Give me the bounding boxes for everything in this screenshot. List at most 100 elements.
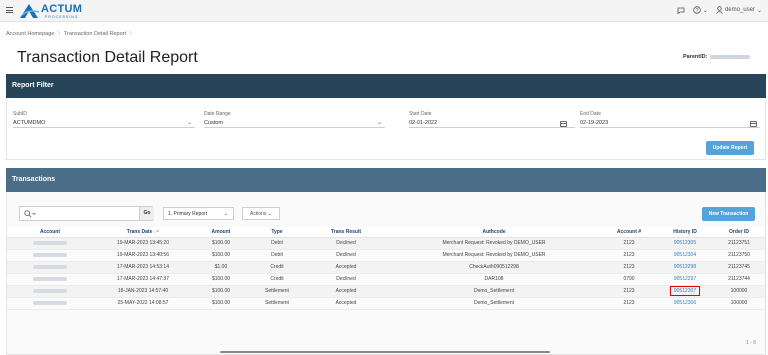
history-id-link[interactable]: 90512298 [657, 261, 713, 274]
chevron-down-icon: ⌄ [223, 211, 228, 217]
svg-text:?: ? [696, 8, 699, 14]
amount-cell: $100.00 [193, 297, 249, 310]
column-header-type[interactable]: Type [249, 227, 305, 238]
logo-text: ACTUM [41, 3, 83, 15]
end-date-input[interactable]: 02-19-2023 [580, 118, 760, 128]
chevron-down-icon: ⌄ [376, 120, 382, 126]
actions-label: Actions [250, 211, 267, 217]
breadcrumb: Account Homepage \ Transaction Detail Re… [6, 31, 132, 37]
user-name: demo_user [724, 7, 755, 13]
table-row[interactable]: 25-MAY-2022 14:08:57 $100.00 Settlement … [7, 297, 765, 310]
type-cell: Settlement [249, 297, 305, 310]
history-id-link[interactable]: 90512306 [657, 297, 713, 310]
type-cell: Debit [249, 249, 305, 262]
trans-result-cell: Accepted [305, 285, 387, 298]
account-cell-redacted [7, 273, 93, 286]
authcode-cell: Merchant Request: Revoked by DEMO_USER [387, 249, 601, 262]
type-cell: Credit [249, 273, 305, 286]
amount-cell: $100.00 [193, 273, 249, 286]
column-header-trans-result[interactable]: Trans Result [305, 227, 387, 238]
type-cell: Credit [249, 261, 305, 274]
table-row[interactable]: 19-MAR-2023 13:40:56 $100.00 Debit Decli… [7, 249, 765, 262]
account-cell-redacted [7, 237, 93, 250]
chevron-down-icon: ⌄ [267, 211, 272, 217]
search-icon[interactable] [24, 210, 36, 220]
account-cell-redacted [7, 285, 93, 298]
chat-icon[interactable] [677, 7, 685, 14]
history-id-link[interactable]: 90512305 [657, 237, 713, 250]
column-header-order-id[interactable]: Order ID [713, 227, 765, 238]
account-number-cell: 2123 [601, 297, 657, 310]
calendar-icon[interactable] [560, 121, 567, 127]
update-report-button[interactable]: Update Report [706, 141, 754, 155]
authcode-cell: Merchant Request: Revoked by DEMO_USER [387, 237, 601, 250]
user-menu[interactable]: demo_user ⌄ [716, 6, 762, 14]
account-cell-redacted [7, 261, 93, 274]
report-filter-header[interactable]: Report Filter [6, 74, 766, 98]
table-row[interactable]: 18-JAN-2023 14:57:40 $100.00 Settlement … [7, 285, 765, 298]
chevron-down-icon: ⌄ [186, 120, 192, 126]
trans-date-cell: 19-MAR-2023 13:40:56 [93, 249, 193, 262]
horizontal-scrollbar[interactable] [220, 351, 550, 353]
order-id-cell: 100000 [713, 297, 765, 310]
search-input[interactable] [19, 206, 153, 221]
authcode-cell: Demo_Settlement [387, 297, 601, 310]
trans-date-header-label: Trans Date [126, 228, 153, 235]
table-row[interactable]: 17-MAR-2023 14:53:14 $1.00 Credit Accept… [7, 261, 765, 274]
column-header-account[interactable]: Account [7, 227, 93, 238]
account-number-cell: 2123 [601, 249, 657, 262]
column-header-amount[interactable]: Amount [193, 227, 249, 238]
breadcrumb-home[interactable]: Account Homepage [6, 31, 54, 37]
report-select[interactable]: 1. Primary Report ⌄ [163, 207, 234, 220]
subid-select[interactable]: ACTUMDMO ⌄ [13, 118, 195, 128]
start-date-label: Start Date [409, 111, 432, 117]
trans-result-cell: Declined [305, 237, 387, 250]
sort-icon: ↓= [153, 228, 160, 235]
order-id-cell: 21123751 [713, 237, 765, 250]
menu-icon[interactable] [6, 7, 13, 13]
report-select-value: 1. Primary Report [168, 211, 208, 217]
help-menu[interactable]: ? ⌄ [693, 6, 708, 14]
column-header-account-number[interactable]: Account # [601, 227, 657, 238]
start-date-input[interactable]: 02-01-2022 [409, 118, 575, 128]
actum-logo[interactable]: ACTUM PROCESSING [18, 3, 90, 20]
table-row[interactable]: 17-MAR-2023 14:47:37 $100.00 Credit Decl… [7, 273, 765, 286]
subid-label: SubID [13, 111, 27, 117]
breadcrumb-separator-icon: \ [58, 31, 60, 37]
new-transaction-button[interactable]: New Transaction [702, 207, 755, 221]
date-range-value: Custom [204, 120, 223, 126]
trans-result-cell: Accepted [305, 261, 387, 274]
date-range-select[interactable]: Custom ⌄ [204, 118, 385, 128]
trans-result-cell: Accepted [305, 297, 387, 310]
trans-date-cell: 18-JAN-2023 14:57:40 [93, 285, 193, 298]
history-id-link[interactable]: 90512304 [657, 249, 713, 262]
help-icon: ? [693, 6, 701, 14]
parent-id-value-redacted [710, 54, 751, 59]
trans-date-cell: 19-MAR-2023 13:45:20 [93, 237, 193, 250]
breadcrumb-separator-icon: \ [130, 31, 132, 37]
trans-result-cell: Declined [305, 273, 387, 286]
actions-button[interactable]: Actions ⌄ [242, 207, 280, 220]
logo-subtext: PROCESSING [45, 15, 79, 19]
transactions-header[interactable]: Transactions [6, 168, 766, 192]
trans-date-cell: 17-MAR-2023 14:47:37 [93, 273, 193, 286]
end-date-label: End Date [580, 111, 601, 117]
report-filter-body: SubID ACTUMDMO ⌄ Date Range Custom ⌄ Sta… [6, 98, 766, 160]
account-number-cell: 2123 [601, 237, 657, 250]
column-header-trans-date[interactable]: Trans Date ↓= [93, 227, 193, 238]
column-header-history-id[interactable]: History ID [657, 227, 713, 238]
type-cell: Settlement [249, 285, 305, 298]
pagination: 1 - 6 [746, 340, 757, 346]
history-id-cell-highlighted: 90512307 [657, 285, 713, 298]
history-id-link[interactable]: 90512307 [669, 286, 701, 296]
column-header-authcode[interactable]: Authcode [387, 227, 601, 238]
history-id-link[interactable]: 90512297 [657, 273, 713, 286]
chevron-down-icon: ⌄ [702, 7, 708, 14]
calendar-icon[interactable] [750, 121, 757, 127]
subid-value: ACTUMDMO [13, 120, 46, 126]
account-cell-redacted [7, 249, 93, 262]
table-header-row: Account Trans Date ↓= Amount Type Trans … [7, 227, 765, 238]
breadcrumb-current[interactable]: Transaction Detail Report [64, 31, 126, 37]
table-row[interactable]: 19-MAR-2023 13:45:20 $100.00 Debit Decli… [7, 237, 765, 250]
go-button[interactable]: Go [139, 207, 154, 220]
